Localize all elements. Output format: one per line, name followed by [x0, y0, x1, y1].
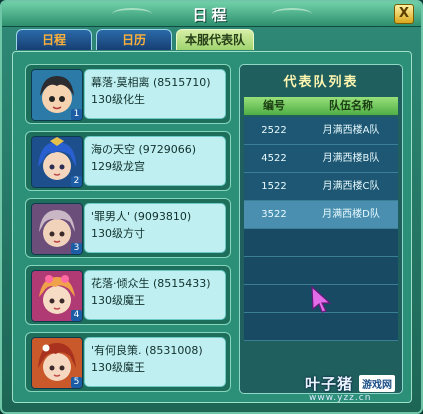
slot-badge: 5: [71, 377, 82, 388]
team-number: 4522: [261, 153, 287, 164]
table-row[interactable]: 1522 月满西楼C队: [244, 173, 398, 201]
empty-row: [244, 229, 398, 257]
header-number: 编号: [263, 99, 285, 112]
member-id: (8515710): [153, 76, 211, 89]
table-row[interactable]: 2522 月满西楼A队: [244, 117, 398, 145]
slot-badge: 2: [71, 176, 82, 187]
table-row[interactable]: 4522 月满西楼B队: [244, 145, 398, 173]
member-card[interactable]: 2 海の天空 (9729066) 129级龙宫: [25, 131, 231, 191]
member-level: 129级龙宫: [91, 160, 145, 173]
member-id: (9729066): [138, 143, 197, 156]
watermark: 叶子猪 游戏网 www.yzz.cn: [305, 371, 419, 407]
close-button[interactable]: X: [394, 4, 414, 24]
member-info: 花落·倾众生 (8515433) 130级魔王: [84, 270, 226, 320]
member-card[interactable]: 5 '有何良策. (8531008) 130级魔王: [25, 332, 231, 392]
slot-badge: 3: [71, 243, 82, 254]
member-info: 幕落·莫相离 (8515710) 130级化生: [84, 69, 226, 119]
tab-calendar[interactable]: 日历: [96, 29, 172, 50]
member-info: '罪男人' (9093810) 130级方寸: [84, 203, 226, 253]
member-info: 海の天空 (9729066) 129级龙宫: [84, 136, 226, 186]
watermark-brand: 叶子猪: [305, 375, 354, 393]
team-list-panel: 代表队列表 编号 队伍名称 2522 月满西楼A队 4522 月满西楼B队 15…: [239, 64, 403, 394]
team-name: 月满西楼D队: [322, 209, 380, 220]
team-list-title: 代表队列表: [283, 75, 359, 90]
team-name: 月满西楼B队: [322, 153, 380, 164]
member-card[interactable]: 1 幕落·莫相离 (8515710) 130级化生: [25, 64, 231, 124]
team-name: 月满西楼A队: [322, 125, 380, 136]
member-id: (9093810): [133, 210, 192, 223]
table-row-selected[interactable]: 3522 月满西楼D队: [244, 201, 398, 229]
avatar: 2: [31, 136, 83, 188]
tab-server-team[interactable]: 本服代表队: [176, 29, 254, 50]
team-number: 3522: [261, 209, 287, 220]
schedule-window: 日程 X 日程 日历 本服代表队 1 幕落·莫相离 (8515710) 130级…: [0, 0, 423, 414]
team-number: 1522: [261, 181, 287, 192]
avatar: 4: [31, 270, 83, 322]
member-info: '有何良策. (8531008) 130级魔王: [84, 337, 226, 387]
member-level: 130级化生: [91, 93, 145, 106]
header-team-name: 队伍名称: [329, 99, 373, 112]
member-card[interactable]: 4 花落·倾众生 (8515433) 130级魔王: [25, 265, 231, 325]
watermark-tag: 游戏网: [359, 375, 395, 392]
member-name: 幕落·莫相离: [91, 76, 150, 89]
team-list-header: 编号 队伍名称: [244, 97, 398, 115]
avatar: 1: [31, 69, 83, 121]
team-name: 月满西楼C队: [322, 181, 380, 192]
member-level: 130级方寸: [91, 227, 145, 240]
content-panel: 1 幕落·莫相离 (8515710) 130级化生 2 海の天空 (972906…: [12, 51, 412, 403]
avatar: 3: [31, 203, 83, 255]
member-list: 1 幕落·莫相离 (8515710) 130级化生 2 海の天空 (972906…: [25, 64, 233, 394]
member-level: 130级魔王: [91, 361, 145, 374]
title-bar[interactable]: 日程 X: [2, 2, 421, 27]
empty-row: [244, 313, 398, 341]
watermark-url: www.yzz.cn: [309, 393, 372, 403]
mouse-cursor-icon: [310, 285, 334, 317]
member-name: 花落·倾众生: [91, 277, 150, 290]
member-id: (8515433): [153, 277, 211, 290]
slot-badge: 4: [71, 310, 82, 321]
tab-schedule[interactable]: 日程: [16, 29, 92, 50]
member-id: (8531008): [145, 344, 203, 357]
window-title: 日程: [192, 6, 231, 24]
member-name: '有何良策.: [91, 344, 142, 357]
slot-badge: 1: [71, 109, 82, 120]
empty-row: [244, 257, 398, 285]
member-card[interactable]: 3 '罪男人' (9093810) 130级方寸: [25, 198, 231, 258]
avatar: 5: [31, 337, 83, 389]
member-level: 130级魔王: [91, 294, 145, 307]
member-name: '罪男人': [91, 210, 131, 223]
member-name: 海の天空: [91, 143, 135, 156]
team-number: 2522: [261, 125, 287, 136]
